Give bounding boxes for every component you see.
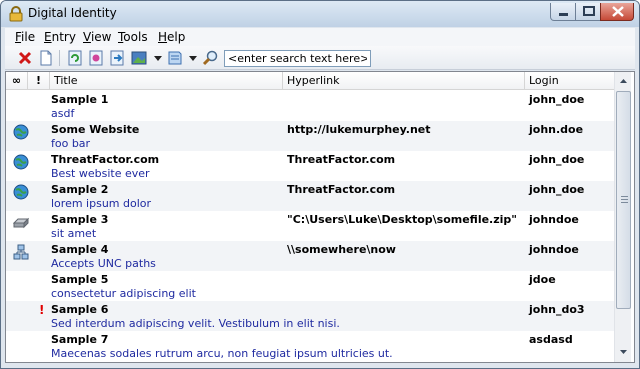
entry-login: asdasd: [529, 333, 573, 346]
scrollbar-thumb[interactable]: [616, 91, 631, 309]
menu-entry[interactable]: Entry: [44, 30, 76, 44]
grip-line: [621, 196, 628, 197]
table-row[interactable]: ! Sample 6 john_do3 Sed interdum adipisc…: [6, 301, 614, 331]
export-icon[interactable]: [108, 49, 126, 67]
entry-description: Accepts UNC paths: [51, 257, 156, 270]
network-icon: [13, 244, 29, 260]
entry-description: sit amet: [51, 227, 97, 240]
delete-icon[interactable]: [16, 49, 34, 67]
globe-icon: [13, 154, 29, 170]
entries-list: Sample 1 john_doe asdf Some Website http…: [6, 91, 614, 361]
window-title: Digital Identity: [28, 6, 117, 20]
entry-hyperlink[interactable]: http://lukemurphey.net: [287, 123, 431, 136]
search-input[interactable]: [224, 50, 371, 67]
entry-login: jdoe: [529, 273, 556, 286]
entry-hyperlink[interactable]: "C:\Users\Luke\Desktop\somefile.zip": [287, 213, 517, 226]
entry-hyperlink[interactable]: ThreatFactor.com: [287, 153, 395, 166]
menu-file[interactable]: File: [15, 30, 35, 44]
table-row[interactable]: Sample 7 asdasd Maecenas sodales rutrum …: [6, 331, 614, 361]
entry-hyperlink[interactable]: ThreatFactor.com: [287, 183, 395, 196]
globe-icon: [13, 184, 29, 200]
menu-tools[interactable]: Tools: [118, 30, 148, 44]
maximize-button[interactable]: [575, 3, 601, 21]
close-icon: [612, 6, 624, 17]
entries-grid: ∞ ! Title Hyperlink Login Sample 1 john_…: [5, 71, 635, 363]
entry-login: johndoe: [529, 213, 579, 226]
maximize-icon: [583, 6, 595, 16]
entry-title: ThreatFactor.com: [51, 153, 160, 166]
main-window: Digital Identity File Entry View Tools H…: [0, 0, 640, 369]
menu-help[interactable]: Help: [158, 30, 185, 44]
column-header-title[interactable]: Title: [50, 72, 283, 90]
new-entry-icon[interactable]: [37, 49, 55, 67]
grid-header: ∞ ! Title Hyperlink Login: [6, 72, 614, 90]
vertical-scrollbar[interactable]: [614, 72, 631, 362]
entry-title: Sample 6: [51, 303, 109, 316]
table-row[interactable]: Sample 2 ThreatFactor.com john_doe lorem…: [6, 181, 614, 211]
entry-login: john_do3: [529, 303, 585, 316]
priority-flag: !: [39, 303, 45, 317]
entry-hyperlink[interactable]: \\somewhere\now: [287, 243, 396, 256]
scroll-up-icon[interactable]: [616, 73, 631, 89]
grip-line: [621, 199, 628, 200]
grip-line: [621, 202, 628, 203]
entry-title: Sample 3: [51, 213, 109, 226]
table-row[interactable]: Sample 4 \\somewhere\now johndoe Accepts…: [6, 241, 614, 271]
column-header-hyperlink[interactable]: Hyperlink: [283, 72, 525, 90]
entry-title: Sample 7: [51, 333, 109, 346]
entry-description: Sed interdum adipiscing velit. Vestibulu…: [51, 317, 340, 330]
entry-title: Sample 2: [51, 183, 109, 196]
entry-title: Some Website: [51, 123, 140, 136]
menu-bar: File Entry View Tools Help: [5, 28, 635, 46]
image-icon[interactable]: [130, 49, 148, 67]
lock-icon: [9, 6, 23, 22]
column-header-login[interactable]: Login: [525, 72, 614, 90]
scroll-down-icon[interactable]: [616, 344, 631, 360]
entry-title: Sample 4: [51, 243, 109, 256]
table-row[interactable]: Sample 1 john_doe asdf: [6, 91, 614, 121]
table-row[interactable]: Sample 5 jdoe consectetur adipiscing eli…: [6, 271, 614, 301]
entry-description: foo bar: [51, 137, 91, 150]
edit-entry-icon[interactable]: [87, 49, 105, 67]
menu-view[interactable]: View: [83, 30, 111, 44]
entry-description: asdf: [51, 107, 75, 120]
entry-login: john_doe: [529, 93, 585, 106]
entry-description: Maecenas sodales rutrum arcu, non feugia…: [51, 347, 393, 360]
table-row[interactable]: Some Website http://lukemurphey.net john…: [6, 121, 614, 151]
chevron-down-icon[interactable]: [184, 49, 202, 67]
toolbar-separator: [59, 50, 60, 66]
entry-title: Sample 1: [51, 93, 109, 106]
entry-login: john_doe: [529, 153, 585, 166]
chevron-down-icon[interactable]: [149, 49, 167, 67]
entry-login: john.doe: [529, 123, 584, 136]
table-row[interactable]: Sample 3 "C:\Users\Luke\Desktop\somefile…: [6, 211, 614, 241]
title-bar: Digital Identity: [1, 1, 639, 27]
close-button[interactable]: [600, 3, 634, 21]
minimize-icon: [559, 13, 568, 16]
minimize-button[interactable]: [550, 3, 576, 21]
refresh-icon[interactable]: [66, 49, 84, 67]
entry-description: Best website ever: [51, 167, 150, 180]
entry-login: john_doe: [529, 183, 585, 196]
search-icon[interactable]: [201, 49, 219, 67]
column-header-icon[interactable]: ∞: [6, 72, 28, 90]
entry-description: lorem ipsum dolor: [51, 197, 152, 210]
column-header-flag[interactable]: !: [28, 72, 50, 90]
document-icon[interactable]: [166, 49, 184, 67]
entry-title: Sample 5: [51, 273, 109, 286]
globe-icon: [13, 124, 29, 140]
toolbar: [5, 46, 635, 70]
entry-description: consectetur adipiscing elit: [51, 287, 196, 300]
drive-icon: [13, 217, 29, 229]
entry-login: johndoe: [529, 243, 579, 256]
table-row[interactable]: ThreatFactor.com ThreatFactor.com john_d…: [6, 151, 614, 181]
